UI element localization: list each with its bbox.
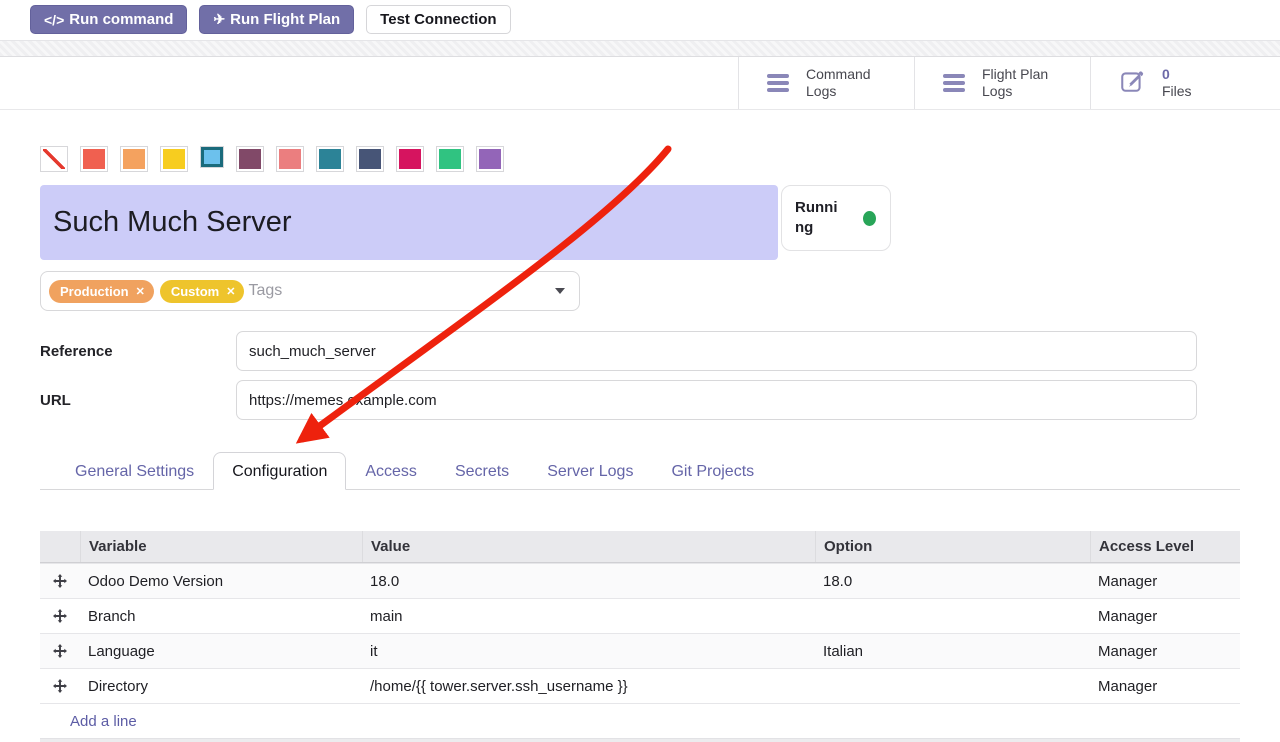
run-command-button[interactable]: </> Run command [30, 5, 187, 34]
tag-production[interactable]: Production ✕ [49, 280, 154, 303]
notebook-tabs: General SettingsConfigurationAccessSecre… [40, 452, 1240, 490]
run-flight-plan-label: Run Flight Plan [230, 11, 340, 28]
url-input[interactable] [236, 380, 1197, 420]
url-field-row: URL [40, 380, 1197, 420]
flight-plan-logs-label: Flight Plan Logs [982, 66, 1066, 100]
tab-git-projects[interactable]: Git Projects [652, 452, 773, 490]
color-swatch-10[interactable] [436, 146, 464, 172]
tab-general-settings[interactable]: General Settings [56, 452, 213, 490]
reference-input[interactable] [236, 331, 1197, 371]
variable-cell[interactable]: Language [80, 643, 362, 660]
tab-configuration[interactable]: Configuration [213, 452, 346, 490]
status-label: Running [795, 198, 845, 239]
table-row-directory[interactable]: Directory/home/{{ tower.server.ssh_usern… [40, 668, 1240, 703]
run-flight-plan-button[interactable]: ✈ Run Flight Plan [199, 5, 354, 34]
chevron-down-icon[interactable] [555, 288, 565, 294]
table-row-language[interactable]: LanguageitItalianManager [40, 633, 1240, 668]
color-swatch-5[interactable] [236, 146, 264, 172]
color-swatch-1[interactable] [80, 146, 108, 172]
color-swatch-4[interactable] [200, 146, 224, 168]
option-cell[interactable]: Italian [815, 643, 1090, 660]
column-header-variable[interactable]: Variable [80, 531, 362, 562]
list-icon [943, 74, 965, 92]
option-cell[interactable]: 18.0 [815, 573, 1090, 590]
flight-plan-logs-stat-button[interactable]: Flight Plan Logs [914, 57, 1090, 109]
tag-label: Production [60, 284, 129, 299]
header-band: Command Logs Flight Plan Logs 0 Files [0, 57, 1280, 110]
access-level-cell[interactable]: Manager [1090, 573, 1240, 590]
table-body: Odoo Demo Version18.018.0ManagerBranchma… [40, 563, 1240, 703]
files-label: Files [1162, 83, 1192, 99]
run-command-label: Run command [69, 11, 173, 28]
files-count: 0 Files [1162, 66, 1246, 100]
table-row-odoo-demo-version[interactable]: Odoo Demo Version18.018.0Manager [40, 563, 1240, 598]
color-swatch-0[interactable] [40, 146, 68, 172]
column-header-option[interactable]: Option [815, 531, 1090, 562]
reference-field-row: Reference [40, 331, 1197, 371]
column-header-value[interactable]: Value [362, 531, 815, 562]
tags-list: Production ✕ Custom ✕ [49, 280, 244, 303]
tags-input[interactable]: Production ✕ Custom ✕ Tags [40, 271, 580, 311]
drag-handle-icon[interactable] [40, 574, 80, 588]
access-level-cell[interactable]: Manager [1090, 608, 1240, 625]
value-cell[interactable]: it [362, 643, 815, 660]
color-swatch-2[interactable] [120, 146, 148, 172]
access-level-cell[interactable]: Manager [1090, 643, 1240, 660]
drag-column-header [40, 531, 80, 562]
color-swatch-7[interactable] [316, 146, 344, 172]
list-icon [767, 74, 789, 92]
tab-secrets[interactable]: Secrets [436, 452, 528, 490]
files-count-value: 0 [1162, 66, 1170, 82]
variable-cell[interactable]: Branch [80, 608, 362, 625]
value-cell[interactable]: 18.0 [362, 573, 815, 590]
remove-tag-icon[interactable]: ✕ [226, 285, 235, 298]
tags-placeholder: Tags [248, 282, 282, 300]
color-swatch-9[interactable] [396, 146, 424, 172]
test-connection-button[interactable]: Test Connection [366, 5, 510, 34]
command-logs-stat-button[interactable]: Command Logs [738, 57, 914, 109]
toolbar: </> Run command ✈ Run Flight Plan Test C… [30, 5, 511, 34]
code-icon: </> [44, 12, 64, 28]
server-name-text: Such Much Server [40, 206, 292, 239]
drag-handle-icon[interactable] [40, 609, 80, 623]
color-palette [40, 146, 504, 172]
files-stat-button[interactable]: 0 Files [1090, 57, 1280, 109]
plane-icon: ✈ [213, 11, 225, 28]
add-a-line-link[interactable]: Add a line [40, 713, 137, 730]
title-row: Such Much Server Running [40, 185, 891, 260]
access-level-cell[interactable]: Manager [1090, 678, 1240, 695]
color-swatch-8[interactable] [356, 146, 384, 172]
status-button[interactable]: Running [781, 185, 891, 251]
command-logs-label: Command Logs [806, 66, 890, 100]
color-swatch-11[interactable] [476, 146, 504, 172]
reference-label: Reference [40, 343, 236, 360]
status-dot-icon [863, 211, 876, 226]
value-cell[interactable]: /home/{{ tower.server.ssh_username }} [362, 678, 815, 695]
drag-handle-icon[interactable] [40, 679, 80, 693]
add-line-row: Add a line [40, 703, 1240, 738]
value-cell[interactable]: main [362, 608, 815, 625]
remove-tag-icon[interactable]: ✕ [136, 285, 145, 298]
color-swatch-6[interactable] [276, 146, 304, 172]
tab-server-logs[interactable]: Server Logs [528, 452, 652, 490]
server-form-page: </> Run command ✈ Run Flight Plan Test C… [0, 0, 1280, 742]
server-name-field[interactable]: Such Much Server [40, 185, 778, 260]
edit-icon [1119, 68, 1145, 99]
tag-label: Custom [171, 284, 219, 299]
test-connection-label: Test Connection [380, 11, 496, 28]
table-header-row: Variable Value Option Access Level [40, 531, 1240, 563]
texture-divider [0, 40, 1280, 57]
variable-cell[interactable]: Odoo Demo Version [80, 573, 362, 590]
table-row-branch[interactable]: Branchmain Manager [40, 598, 1240, 633]
drag-handle-icon[interactable] [40, 644, 80, 658]
url-label: URL [40, 392, 236, 409]
tab-access[interactable]: Access [346, 452, 436, 490]
variable-cell[interactable]: Directory [80, 678, 362, 695]
column-header-access-level[interactable]: Access Level [1090, 531, 1240, 562]
color-swatch-3[interactable] [160, 146, 188, 172]
tag-custom[interactable]: Custom ✕ [160, 280, 245, 303]
variables-table: Variable Value Option Access Level Odoo … [40, 531, 1240, 742]
table-footer-strip [40, 738, 1240, 742]
